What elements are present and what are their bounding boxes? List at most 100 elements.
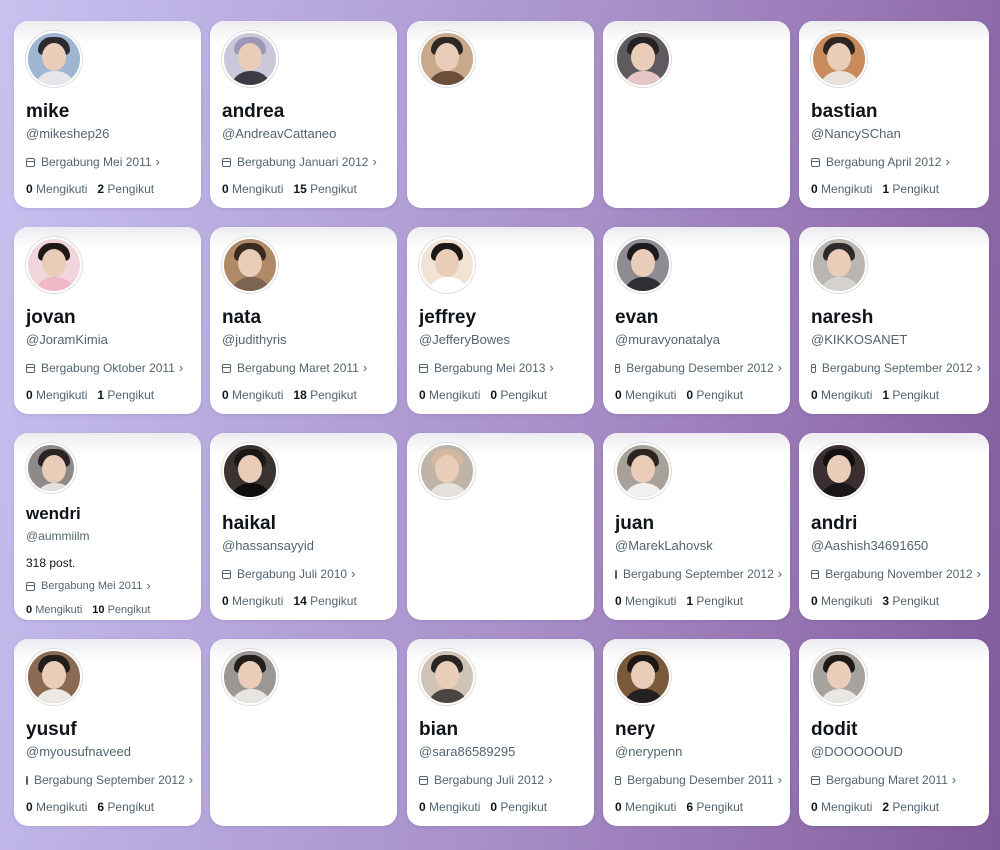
profile-name[interactable]: dodit [811, 719, 981, 741]
following-label[interactable]: Mengikuti [429, 800, 480, 814]
followers-label[interactable]: Pengikut [696, 388, 743, 402]
avatar[interactable] [26, 649, 82, 705]
followers-label[interactable]: Pengikut [892, 800, 939, 814]
profile-card[interactable]: haikal @hassansayyid Bergabung Juli 2010 › 0… [210, 433, 397, 620]
avatar[interactable] [811, 443, 867, 499]
followers-count[interactable]: 1 [882, 388, 889, 402]
profile-card[interactable]: naresh @KIKKOSANET Bergabung September 201… [799, 227, 989, 414]
followers-count[interactable]: 1 [97, 388, 104, 402]
profile-name[interactable]: jeffrey [419, 307, 586, 329]
avatar[interactable] [26, 31, 82, 87]
followers-label[interactable]: Pengikut [696, 800, 743, 814]
following-label[interactable]: Mengikuti [821, 388, 872, 402]
avatar[interactable] [419, 649, 475, 705]
profile-card[interactable]: yusuf @myousufnaveed Bergabung September 2… [14, 639, 201, 826]
profile-card[interactable]: jeffrey @JefferyBowes Bergabung Mei 2013 › 0… [407, 227, 594, 414]
followers-label[interactable]: Pengikut [310, 182, 357, 196]
profile-name[interactable]: haikal [222, 513, 389, 535]
joined-date[interactable]: Bergabung November 2012 › [811, 567, 981, 581]
following-label[interactable]: Mengikuti [625, 594, 676, 608]
following-label[interactable]: Mengikuti [625, 388, 676, 402]
following-count[interactable]: 0 [222, 182, 229, 196]
followers-count[interactable]: 2 [882, 800, 889, 814]
joined-date[interactable]: Bergabung September 2012 › [615, 567, 782, 581]
followers-label[interactable]: Pengikut [696, 594, 743, 608]
following-count[interactable]: 0 [222, 594, 229, 608]
profile-handle[interactable]: @judithyris [222, 332, 389, 348]
avatar[interactable] [615, 31, 671, 87]
profile-name[interactable]: yusuf [26, 719, 193, 741]
avatar[interactable] [222, 31, 278, 87]
joined-date[interactable]: Bergabung September 2012 › [26, 773, 193, 787]
profile-handle[interactable]: @sara86589295 [419, 744, 586, 760]
followers-count[interactable]: 1 [686, 594, 693, 608]
followers-label[interactable]: Pengikut [310, 388, 357, 402]
avatar[interactable] [222, 237, 278, 293]
profile-name[interactable]: andri [811, 513, 981, 535]
joined-date[interactable]: Bergabung Mei 2011 › [26, 579, 193, 592]
profile-handle[interactable]: @MarekLahovsk [615, 538, 782, 554]
following-label[interactable]: Mengikuti [625, 800, 676, 814]
avatar[interactable] [26, 443, 76, 493]
followers-count[interactable]: 6 [686, 800, 693, 814]
following-label[interactable]: Mengikuti [36, 388, 87, 402]
followers-count[interactable]: 6 [97, 800, 104, 814]
followers-count[interactable]: 18 [293, 388, 306, 402]
followers-count[interactable]: 2 [97, 182, 104, 196]
following-count[interactable]: 0 [615, 388, 622, 402]
following-label[interactable]: Mengikuti [821, 182, 872, 196]
followers-label[interactable]: Pengikut [107, 800, 154, 814]
followers-label[interactable]: Pengikut [108, 604, 151, 616]
followers-label[interactable]: Pengikut [892, 594, 939, 608]
followers-count[interactable]: 14 [293, 594, 306, 608]
joined-date[interactable]: Bergabung Mei 2011 › [26, 155, 193, 169]
profile-card[interactable]: evan @muravyonatalya Bergabung Desember 20… [603, 227, 790, 414]
profile-handle[interactable]: @mikeshep26 [26, 126, 193, 142]
following-label[interactable]: Mengikuti [36, 182, 87, 196]
followers-label[interactable]: Pengikut [500, 388, 547, 402]
following-label[interactable]: Mengikuti [821, 800, 872, 814]
profile-handle[interactable]: @JoramKimia [26, 332, 193, 348]
following-count[interactable]: 0 [811, 594, 818, 608]
followers-label[interactable]: Pengikut [892, 388, 939, 402]
avatar[interactable] [222, 649, 278, 705]
following-label[interactable]: Mengikuti [232, 594, 283, 608]
profile-name[interactable]: bian [419, 719, 586, 741]
following-label[interactable]: Mengikuti [429, 388, 480, 402]
following-count[interactable]: 0 [811, 182, 818, 196]
following-count[interactable]: 0 [615, 800, 622, 814]
profile-card[interactable]: jovan @JoramKimia Bergabung Oktober 2011 › 0… [14, 227, 201, 414]
profile-name[interactable]: evan [615, 307, 782, 329]
following-label[interactable]: Mengikuti [232, 182, 283, 196]
profile-handle[interactable]: @DOOOOOUD [811, 744, 981, 760]
following-count[interactable]: 0 [26, 388, 33, 402]
following-count[interactable]: 0 [811, 388, 818, 402]
profile-handle[interactable]: @muravyonatalya [615, 332, 782, 348]
following-label[interactable]: Mengikuti [35, 604, 82, 616]
following-count[interactable]: 0 [419, 388, 426, 402]
profile-card[interactable]: mike @mikeshep26 Bergabung Mei 2011 › 0 Meng… [14, 21, 201, 208]
profile-name[interactable]: wendri [26, 503, 193, 525]
profile-handle[interactable]: @KIKKOSANET [811, 332, 981, 348]
avatar[interactable] [615, 237, 671, 293]
profile-card[interactable]: wendri @aummiilm 318 post. Bergabung Mei 20… [14, 433, 201, 620]
joined-date[interactable]: Bergabung Desember 2011 › [615, 773, 782, 787]
profile-name[interactable]: andrea [222, 101, 389, 123]
following-count[interactable]: 0 [615, 594, 622, 608]
profile-handle[interactable]: @aummiilm [26, 528, 193, 544]
following-count[interactable]: 0 [811, 800, 818, 814]
profile-name[interactable]: juan [615, 513, 782, 535]
joined-date[interactable]: Bergabung Oktober 2011 › [26, 361, 193, 375]
profile-card[interactable] [210, 639, 397, 826]
following-label[interactable]: Mengikuti [36, 800, 87, 814]
profile-name[interactable]: nata [222, 307, 389, 329]
avatar[interactable] [615, 443, 671, 499]
avatar[interactable] [419, 237, 475, 293]
followers-label[interactable]: Pengikut [107, 182, 154, 196]
profile-card[interactable]: bian @sara86589295 Bergabung Juli 2012 › 0 M… [407, 639, 594, 826]
followers-label[interactable]: Pengikut [500, 800, 547, 814]
followers-label[interactable]: Pengikut [107, 388, 154, 402]
joined-date[interactable]: Bergabung Desember 2012 › [615, 361, 782, 375]
profile-handle[interactable]: @myousufnaveed [26, 744, 193, 760]
profile-card[interactable]: nery @nerypenn Bergabung Desember 2011 › 0 M… [603, 639, 790, 826]
